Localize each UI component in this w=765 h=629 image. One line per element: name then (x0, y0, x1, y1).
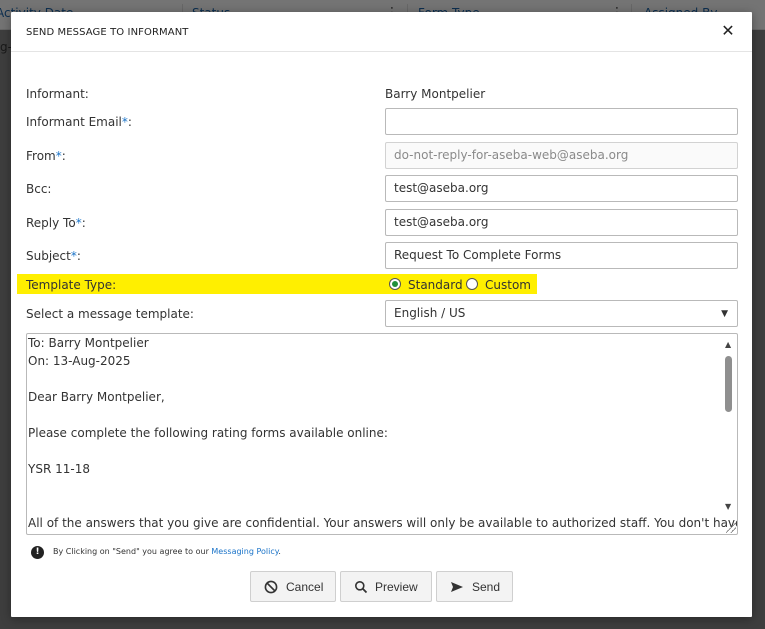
send-message-dialog: SEND MESSAGE TO INFORMANT ✕ Informant: B… (11, 12, 752, 617)
caret-down-icon: ▼ (721, 309, 728, 319)
radio-custom-label[interactable]: Custom (485, 278, 531, 292)
bcc-label: Bcc: (26, 182, 52, 196)
reply-to-row: Reply To*: test@aseba.org (26, 209, 738, 237)
informant-name: Barry Montpelier (385, 87, 486, 101)
radio-custom[interactable] (466, 278, 478, 290)
subject-row: Subject*: Request To Complete Forms (26, 242, 738, 270)
message-template-value: English / US (394, 306, 466, 320)
messaging-policy-link[interactable]: Messaging Policy (211, 547, 278, 556)
subject-label: Subject*: (26, 249, 81, 263)
message-line: All of the answers that you give are con… (28, 516, 738, 530)
send-button[interactable]: Send (436, 571, 513, 602)
message-template-select[interactable]: English / US ▼ (385, 300, 738, 327)
close-icon[interactable]: ✕ (718, 21, 738, 41)
informant-email-input[interactable] (385, 108, 738, 135)
send-button-label: Send (472, 580, 501, 594)
from-input: do-not-reply-for-aseba-web@aseba.org (385, 142, 738, 169)
preview-button[interactable]: Preview (340, 571, 432, 602)
message-template-label: Select a message template: (26, 307, 194, 321)
policy-text: By Clicking on "Send" you agree to our M… (53, 547, 281, 556)
from-row: From*: do-not-reply-for-aseba-web@aseba.… (26, 142, 738, 170)
info-icon: ! (31, 546, 44, 559)
informant-email-row: Informant Email*: (26, 108, 738, 136)
subject-input[interactable]: Request To Complete Forms (385, 242, 738, 269)
dialog-title: SEND MESSAGE TO INFORMANT (26, 27, 189, 38)
scroll-up-icon[interactable]: ▲ (725, 340, 731, 349)
resize-grip-icon[interactable] (726, 523, 736, 533)
textarea-scrollbar[interactable]: ▲ ▼ (721, 334, 737, 522)
reply-to-input[interactable]: test@aseba.org (385, 209, 738, 236)
ban-icon (264, 580, 278, 594)
cancel-button-label: Cancel (286, 580, 324, 594)
message-line: Dear Barry Montpelier, (28, 390, 165, 404)
bcc-input[interactable]: test@aseba.org (385, 175, 738, 202)
radio-standard-label[interactable]: Standard (408, 278, 463, 292)
message-line: YSR 11-18 (28, 462, 90, 476)
cancel-button[interactable]: Cancel (250, 571, 336, 602)
reply-to-label: Reply To*: (26, 216, 86, 230)
send-icon (451, 582, 463, 592)
bcc-row: Bcc: test@aseba.org (26, 175, 738, 203)
scroll-down-icon[interactable]: ▼ (725, 502, 731, 511)
search-icon (355, 581, 368, 594)
message-line: To: Barry Montpelier (28, 336, 149, 350)
message-body-textarea[interactable]: To: Barry Montpelier On: 13-Aug-2025 Dea… (26, 333, 738, 535)
informant-email-label: Informant Email*: (26, 115, 132, 129)
dialog-header: SEND MESSAGE TO INFORMANT ✕ (11, 12, 752, 52)
scroll-thumb[interactable] (725, 356, 732, 412)
template-type-label: Template Type: (26, 278, 117, 292)
informant-row: Informant: Barry Montpelier (26, 83, 738, 111)
message-line: Please complete the following rating for… (28, 426, 388, 440)
informant-label: Informant: (26, 87, 89, 101)
radio-standard[interactable] (389, 278, 401, 290)
from-label: From*: (26, 149, 66, 163)
preview-button-label: Preview (375, 580, 418, 594)
message-line: On: 13-Aug-2025 (28, 354, 131, 368)
